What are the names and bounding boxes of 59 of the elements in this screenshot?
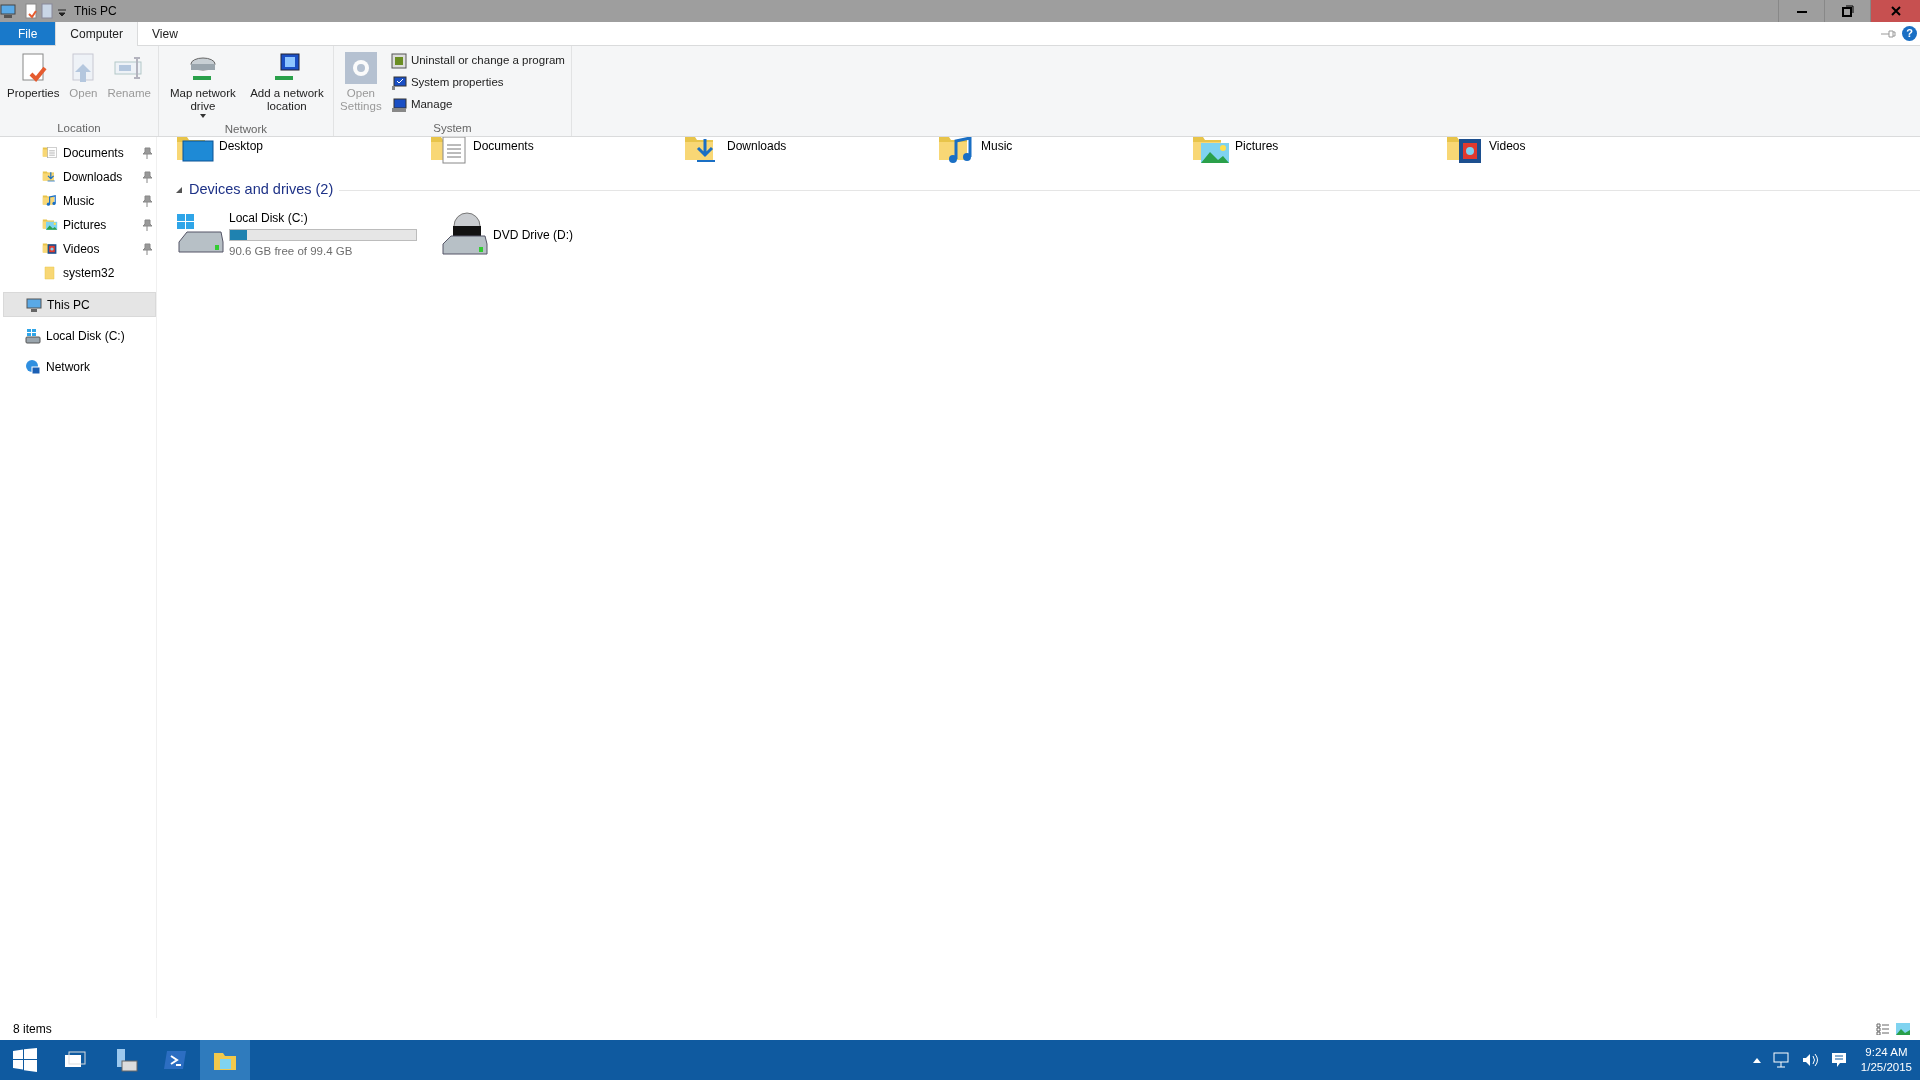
start-icon[interactable] — [12, 1047, 38, 1073]
nav-item[interactable]: Videos — [0, 237, 156, 261]
volume-icon[interactable] — [1800, 1052, 1819, 1068]
folder-label[interactable]: Desktop — [219, 137, 264, 155]
computer-check-icon — [390, 75, 407, 91]
ribbon-button[interactable]: Properties — [4, 50, 63, 120]
drive-space-text: 90.6 GB free of 99.4 GB — [229, 244, 354, 259]
ribbon-tab[interactable]: Computer — [55, 22, 139, 46]
drive-icon — [25, 328, 41, 344]
nav-item[interactable]: Network — [0, 355, 156, 379]
settings-icon — [344, 52, 377, 84]
pictures-folder-icon — [42, 217, 58, 233]
tray-expand-icon[interactable] — [1752, 1057, 1761, 1063]
nav-item[interactable]: This PC — [3, 292, 156, 317]
ribbon-button[interactable]: Map network drive — [162, 50, 243, 121]
network-tray-icon[interactable] — [1772, 1052, 1789, 1068]
dvd-drive-icon — [439, 211, 489, 258]
close-icon — [1889, 5, 1902, 17]
computer-icon — [26, 296, 42, 313]
folder-label[interactable]: Videos — [1489, 137, 1526, 155]
file-tab[interactable]: File — [0, 22, 56, 45]
status-text: 8 items — [13, 1021, 52, 1038]
ribbon-button[interactable]: Add a network location — [244, 50, 329, 121]
folder-label[interactable]: Music — [981, 137, 1013, 155]
videos-folder-icon — [42, 241, 58, 257]
group-header[interactable]: Devices and drives (2) — [189, 179, 334, 201]
group-label: System — [432, 121, 473, 136]
downloads-folder-icon — [42, 169, 58, 185]
folder-icon — [42, 265, 58, 281]
folder-label[interactable]: Pictures — [1235, 137, 1279, 155]
restore-icon — [1841, 5, 1854, 17]
folder-label[interactable]: Downloads — [727, 137, 787, 155]
computer-icon — [0, 3, 16, 19]
ribbon-button[interactable]: Uninstall or change a program — [388, 50, 567, 72]
documents-folder-icon — [42, 145, 58, 161]
nav-item[interactable]: system32 — [0, 261, 156, 285]
group-label: Network — [223, 122, 268, 136]
nav-item[interactable]: Local Disk (C:) — [0, 324, 156, 348]
music-folder-icon — [42, 193, 58, 209]
ribbon-tab[interactable]: View — [138, 22, 192, 45]
collapse-arrow-icon[interactable] — [175, 186, 183, 194]
help-button[interactable]: ? — [1902, 26, 1917, 41]
nav-item[interactable]: Music — [0, 189, 156, 213]
folder-label[interactable]: Documents — [473, 137, 534, 155]
nav-item[interactable]: Pictures — [0, 213, 156, 237]
group-label: Location — [56, 121, 102, 136]
drive-name[interactable]: Local Disk (C:) — [229, 209, 417, 227]
computer-icon — [390, 97, 407, 113]
ribbon-button[interactable]: Manage — [388, 94, 567, 116]
notification-icon[interactable] — [1830, 1052, 1847, 1068]
network-globe-icon — [25, 359, 41, 375]
nav-item[interactable]: Downloads — [0, 165, 156, 189]
program-icon — [390, 53, 407, 69]
nav-item[interactable]: Documents — [0, 141, 156, 165]
ribbon-button[interactable]: System properties — [388, 72, 567, 94]
drive-name[interactable]: DVD Drive (D:) — [493, 225, 573, 244]
taskbar-clock[interactable]: 9:24 AM 1/25/2015 — [1852, 1040, 1920, 1080]
details-view-icon[interactable] — [1876, 1023, 1890, 1035]
window-title: This PC — [73, 3, 117, 20]
